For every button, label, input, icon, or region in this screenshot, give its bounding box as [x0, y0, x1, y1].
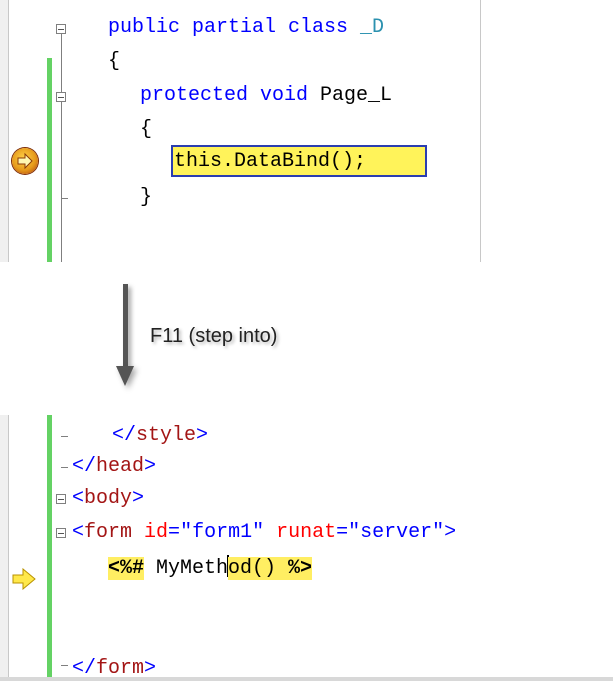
bracket-text: </: [112, 424, 137, 447]
outline-end-mark: [61, 436, 68, 437]
attribute-value-text: "server": [348, 521, 445, 544]
asp-close-delimiter: %>: [288, 557, 313, 580]
outline-end-mark: [61, 467, 68, 468]
equals-text: =: [168, 521, 181, 544]
code-line-open-brace[interactable]: {: [140, 118, 152, 141]
collapse-method-icon[interactable]: [56, 92, 66, 102]
bracket-text: >: [132, 487, 145, 510]
asp-open-delimiter: <%#: [108, 557, 145, 580]
code-line-databind-call[interactable]: this.DataBind();: [174, 150, 366, 173]
code-line-close-style[interactable]: </style>: [112, 424, 208, 447]
code-line-method-declaration[interactable]: protected void Page_L: [140, 84, 392, 107]
step-into-label: F11 (step into): [150, 325, 278, 347]
code-line-open-body[interactable]: <body>: [72, 487, 144, 510]
bracket-text: >: [444, 521, 457, 544]
method-name-text: Page_L: [320, 84, 393, 107]
attribute-name-text: runat: [264, 521, 337, 544]
collapse-form-icon[interactable]: [56, 528, 66, 538]
tag-name-text: body: [84, 487, 133, 510]
tag-name-text: head: [96, 455, 145, 478]
current-statement-arrow-icon[interactable]: [12, 568, 36, 590]
code-line-cutoff: ▂▂▂ ▂▂ ▂▂▂▂▂: [140, 248, 310, 262]
attribute-name-text: id: [132, 521, 169, 544]
panel-bottom-border: [0, 677, 613, 681]
bracket-text: </: [72, 455, 97, 478]
step-arrow-shaft: [123, 284, 128, 366]
indicator-margin[interactable]: [9, 0, 47, 262]
tag-name-text: form: [84, 521, 133, 544]
code-line-databinding-expression[interactable]: <%# MyMethod() %>: [108, 555, 313, 580]
bracket-text: <: [72, 521, 85, 544]
collapse-class-icon[interactable]: [56, 24, 66, 34]
code-line-open-brace[interactable]: {: [108, 50, 120, 73]
code-line-class-declaration[interactable]: public partial class _D: [108, 16, 384, 39]
breakpoint-margin[interactable]: [0, 415, 9, 681]
outline-end-mark: [61, 198, 68, 199]
code-line-close-head[interactable]: </head>: [72, 455, 156, 478]
code-editor-after[interactable]: </style> </head> <body> <form id="form1"…: [0, 415, 613, 681]
code-line-open-form[interactable]: <form id="form1" runat="server">: [72, 521, 456, 544]
type-name-text: _D: [360, 16, 385, 39]
down-arrow-icon: [116, 366, 134, 386]
code-line-close-brace[interactable]: }: [140, 186, 152, 209]
outline-guide: [61, 30, 62, 262]
breakpoint-current-statement-icon[interactable]: [12, 148, 38, 174]
tag-name-text: style: [136, 424, 197, 447]
bracket-text: >: [196, 424, 209, 447]
breakpoint-margin[interactable]: [0, 0, 9, 262]
keyword-text: protected void: [140, 84, 321, 107]
attribute-value-text: "form1": [180, 521, 265, 544]
code-editor-before[interactable]: public partial class _D { protected void…: [0, 0, 481, 262]
change-tracking-bar: [47, 58, 52, 262]
outline-end-mark: [61, 665, 68, 666]
collapse-body-icon[interactable]: [56, 494, 66, 504]
change-tracking-bar: [47, 415, 52, 681]
expression-text: MyMeth: [144, 557, 229, 580]
bracket-text: >: [144, 455, 157, 478]
keyword-text: public partial class: [108, 16, 361, 39]
equals-text: =: [336, 521, 349, 544]
expression-text-highlighted: od(): [228, 557, 289, 580]
bracket-text: <: [72, 487, 85, 510]
